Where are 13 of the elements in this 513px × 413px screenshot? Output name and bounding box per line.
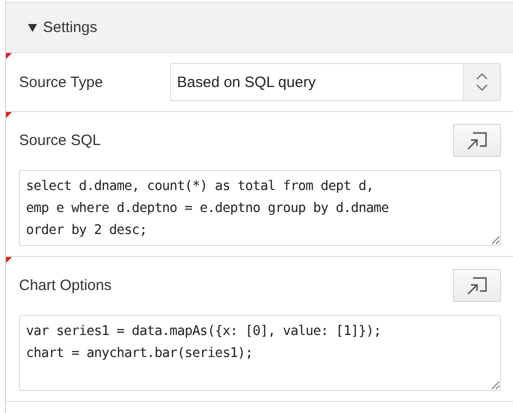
source-type-select[interactable]: Based on SQL query — [170, 63, 501, 101]
settings-header[interactable]: Settings — [6, 2, 513, 53]
field-label: Chart Options — [19, 277, 113, 294]
field-label: Source SQL — [19, 132, 102, 149]
code-editor-field[interactable]: select d.dname, count(*) as total from dept d, emp e where d.deptno = e.deptno group by d.dname order by 2 desc; — [19, 170, 501, 246]
expand-editor-button[interactable] — [453, 124, 501, 157]
caret-icon — [28, 24, 37, 32]
code-editor-field[interactable]: var series1 = data.mapAs({x: [0], value: [1]}); chart = anychart.bar(series1); — [19, 315, 501, 391]
expand-editor-button[interactable] — [453, 269, 501, 302]
expand-arrow-icon — [466, 130, 488, 150]
up-down-chevron-icon — [475, 72, 489, 92]
expand-arrow-icon — [466, 276, 488, 296]
field-label: Source Type — [19, 74, 104, 90]
